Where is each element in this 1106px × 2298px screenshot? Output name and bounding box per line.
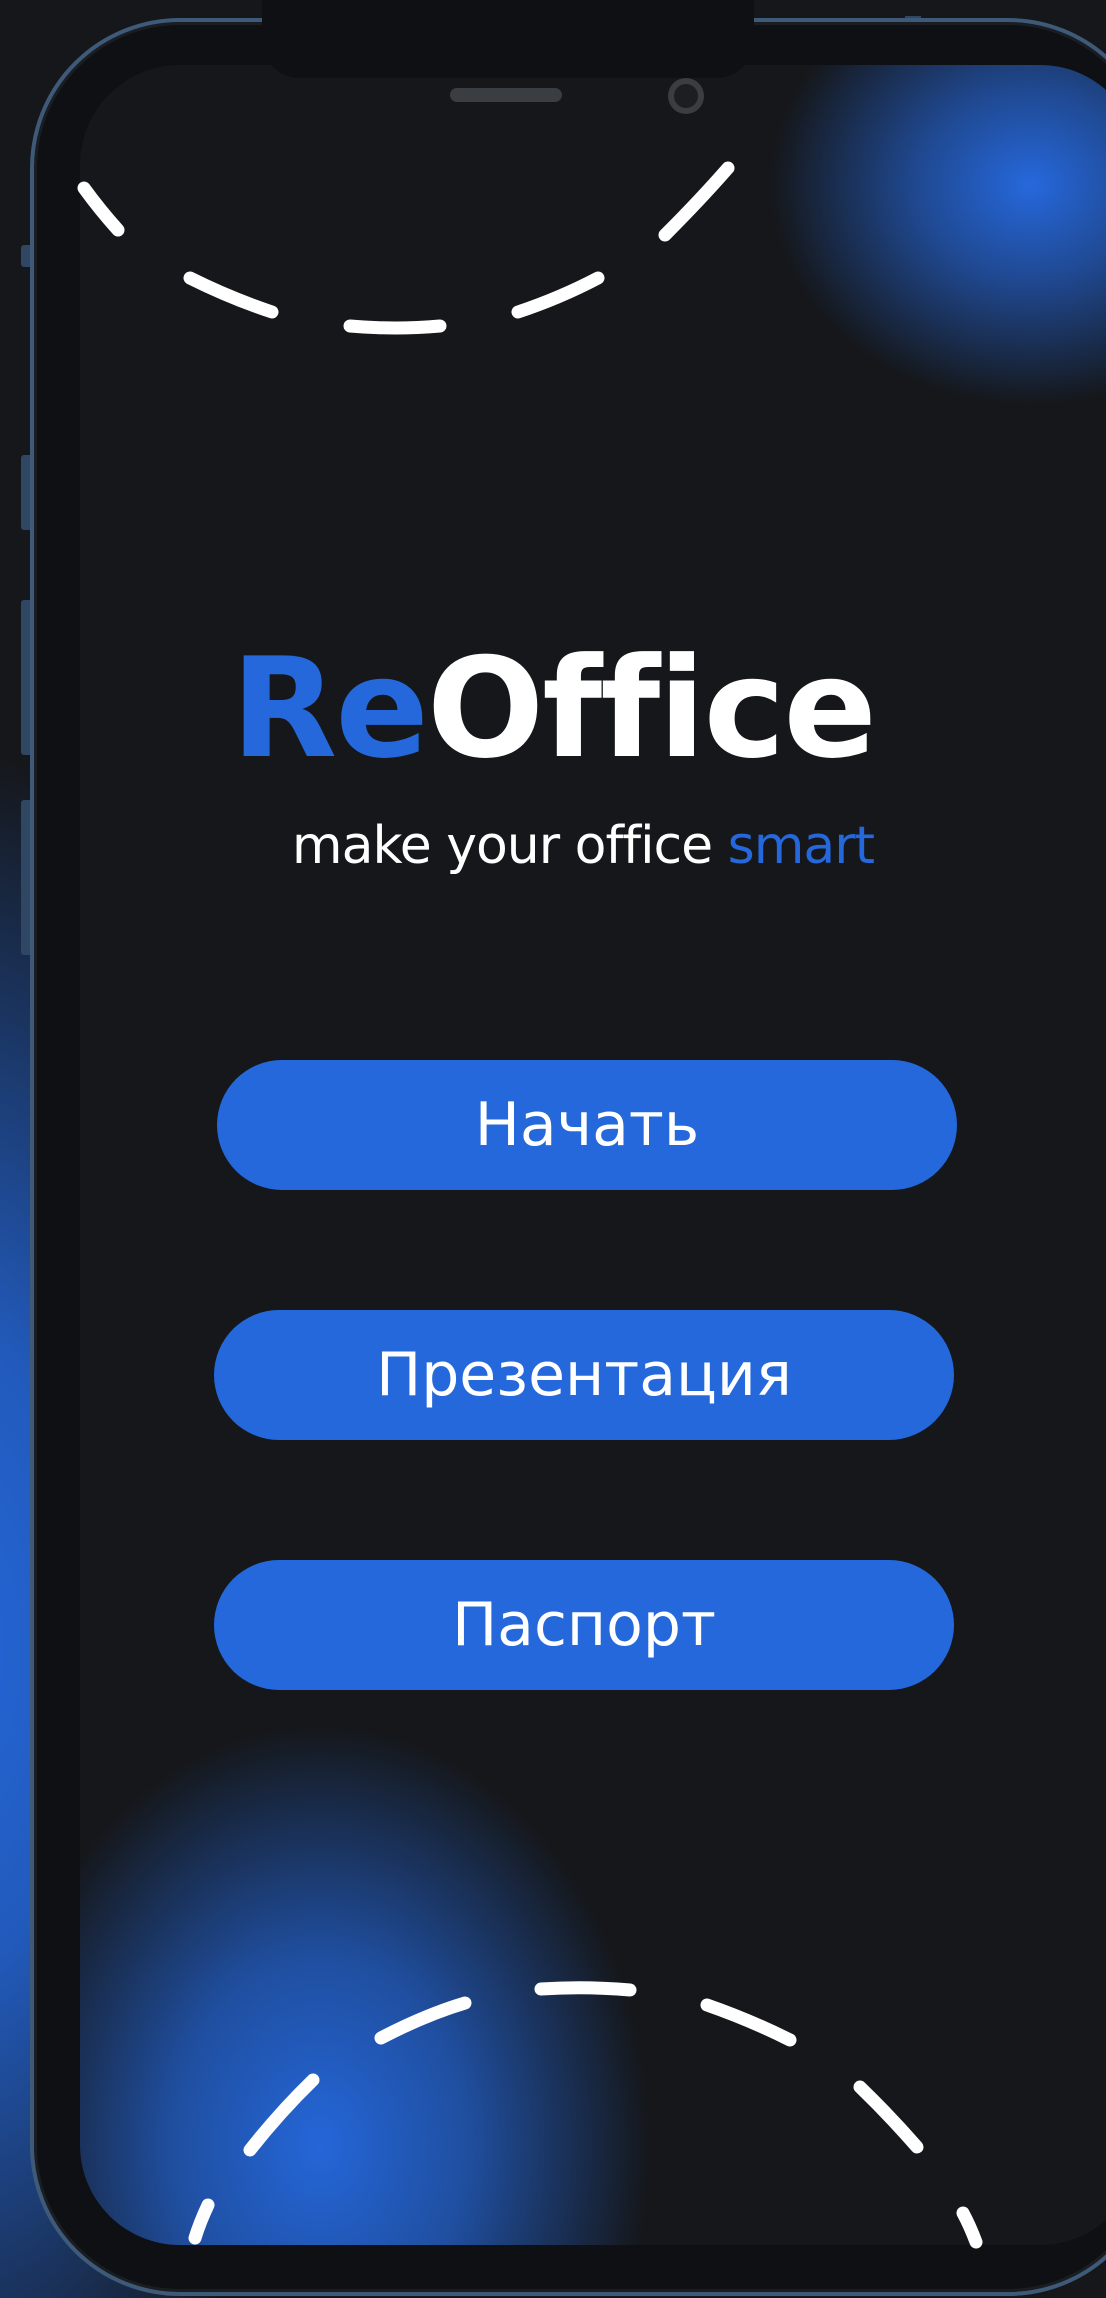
presentation-button[interactable]: Презентация [214,1310,954,1440]
passport-button[interactable]: Паспорт [214,1560,954,1690]
phone-notch [262,0,754,78]
phone-side-button [21,245,30,267]
phone-side-button [21,455,30,530]
speaker-grille [450,88,562,102]
front-camera [668,78,704,114]
start-button[interactable]: Начать [217,1060,957,1190]
app-logo: ReOffice [0,640,1106,778]
tagline-main: make your office [291,816,728,876]
logo-suffix: Office [426,628,877,789]
app-tagline: make your office smart [0,820,1106,872]
app-page: ReOffice make your office smart Начать П… [0,0,1106,2298]
logo-prefix: Re [231,628,429,789]
tagline-accent: smart [727,816,875,876]
